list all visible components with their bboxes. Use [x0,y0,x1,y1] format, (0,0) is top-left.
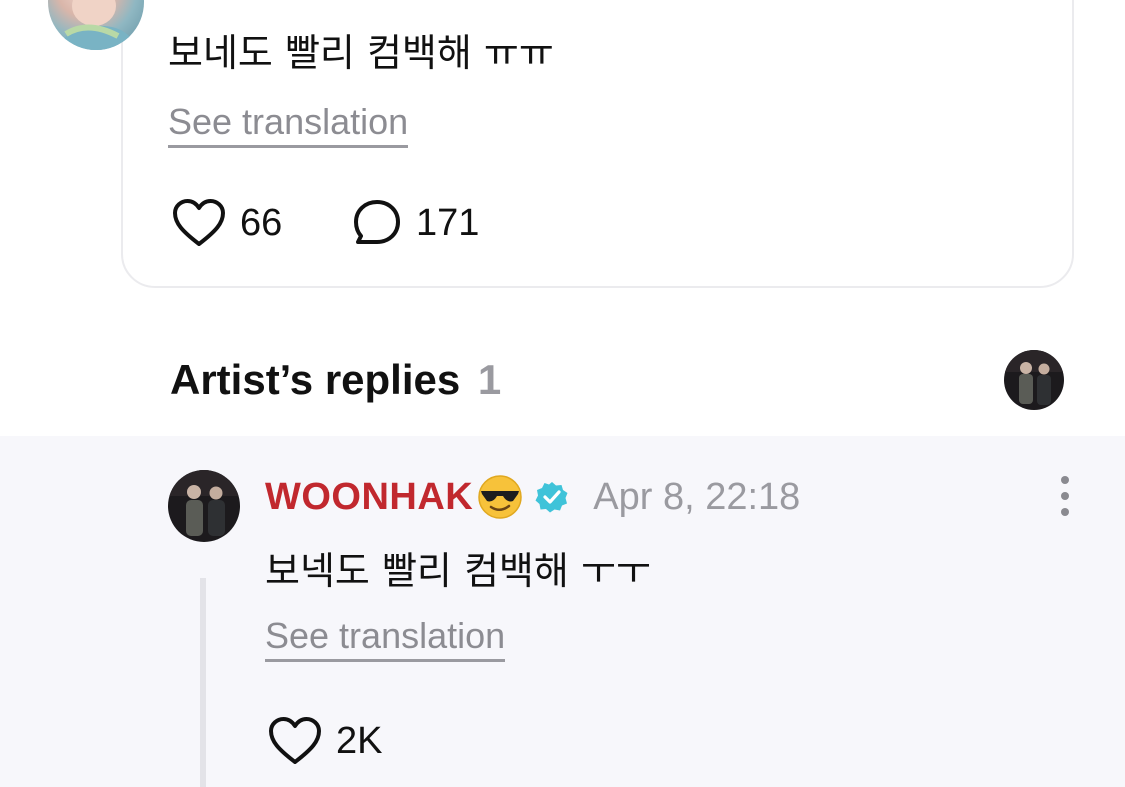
artist-photo-icon [168,470,240,542]
artist-avatar[interactable] [168,470,240,542]
more-dot-icon [1061,508,1069,516]
see-translation-link[interactable]: See translation [265,616,506,662]
more-options-button[interactable] [1052,476,1078,516]
artist-header-avatar[interactable] [1004,350,1064,410]
artist-name[interactable]: WOONHAK [265,476,473,519]
artist-replies-title: Artist’s replies [170,356,461,403]
more-dot-icon [1061,476,1069,484]
verified-badge-icon [535,482,568,513]
reply-like-button[interactable]: 2K [268,716,382,766]
like-button[interactable]: 66 [172,198,282,248]
artist-replies-heading: Artist’s replies 1 [170,356,501,404]
reply-meta: WOONHAK Apr 8, 22:18 [265,474,800,520]
see-translation-link[interactable]: See translation [168,102,409,148]
fan-community-page: 보네도 빨리 컴백해 ㅠㅠ See translation 66 171 Art… [0,0,1125,787]
comment-button[interactable]: 171 [352,198,479,248]
reply-text: 보넥도 빨리 컴백해 ㅜㅜ [265,549,651,593]
fan-post-text: 보네도 빨리 컴백해 ㅠㅠ [168,31,554,75]
sunglasses-emoji-icon [478,475,523,519]
comment-count: 171 [416,201,480,244]
heart-icon [173,199,225,246]
artist-reply: WOONHAK Apr 8, 22:18 보넥도 빨리 컴백해 ㅜㅜ See t… [0,436,1125,787]
comment-bubble-icon [354,200,400,244]
artist-replies-count: 1 [477,356,502,403]
reply-timestamp: Apr 8, 22:18 [593,475,801,518]
reply-like-count: 2K [336,719,383,762]
heart-icon [269,717,321,764]
artist-photo-icon [1004,350,1064,410]
thread-line [200,578,206,787]
like-count: 66 [240,201,283,244]
more-dot-icon [1061,492,1069,500]
